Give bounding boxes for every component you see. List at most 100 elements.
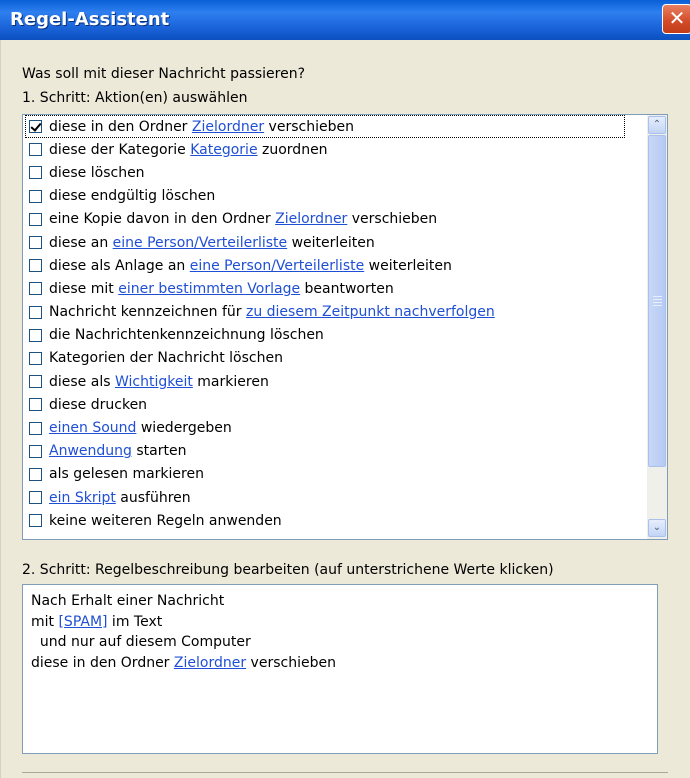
scroll-thumb[interactable] [648, 135, 666, 467]
action-label: diese als Wichtigkeit markieren [49, 374, 269, 390]
value-link[interactable]: Zielordner [174, 655, 246, 671]
checkbox[interactable] [29, 351, 42, 365]
checkbox[interactable] [29, 282, 42, 296]
action-item[interactable]: Anwendung starten [23, 440, 629, 463]
text-fragment: diese der Kategorie [49, 141, 191, 158]
action-label: diese mit einer bestimmten Vorlage beant… [49, 281, 394, 297]
divider [22, 772, 668, 773]
checkbox[interactable] [29, 259, 42, 273]
checkbox[interactable] [29, 444, 42, 458]
checkbox[interactable] [29, 398, 42, 412]
value-link[interactable]: Wichtigkeit [115, 374, 193, 390]
text-fragment: verschieben [347, 211, 438, 228]
value-link[interactable]: [SPAM] [58, 614, 107, 630]
text-fragment: markieren [192, 373, 269, 390]
action-label: Anwendung starten [49, 443, 186, 459]
description-line: mit [SPAM] im Text [31, 614, 649, 635]
text-fragment: Nach Erhalt einer Nachricht [31, 593, 225, 609]
action-item[interactable]: diese der Kategorie Kategorie zuordnen [23, 138, 629, 161]
grip-line [653, 305, 662, 306]
action-item[interactable]: diese an eine Person/Verteilerliste weit… [23, 231, 629, 254]
text-fragment: ausführen [115, 489, 191, 506]
checkbox-checked[interactable] [29, 120, 42, 134]
action-label: diese in den Ordner Zielordner verschieb… [49, 119, 354, 135]
action-item[interactable]: Kategorien der Nachricht löschen [23, 347, 629, 370]
action-label: Nachricht kennzeichnen für zu diesem Zei… [49, 304, 495, 320]
value-link[interactable]: Kategorie [190, 142, 257, 158]
title-bar: Regel-Assistent ✕ [0, 0, 690, 40]
value-link[interactable]: Anwendung [49, 443, 132, 459]
action-item[interactable]: die Nachrichtenkennzeichnung löschen [23, 324, 629, 347]
action-label: diese an eine Person/Verteilerliste weit… [49, 235, 375, 251]
text-fragment: diese mit [49, 280, 119, 297]
chevron-down-icon: ⌄ [652, 522, 662, 533]
action-label: einen Sound wiedergeben [49, 420, 232, 436]
text-fragment: diese drucken [49, 396, 148, 413]
checkbox[interactable] [29, 375, 42, 389]
text-fragment: verschieben [246, 654, 336, 671]
close-button[interactable]: ✕ [662, 4, 690, 34]
action-item[interactable]: diese als Wichtigkeit markieren [23, 370, 629, 393]
text-fragment: diese als [49, 373, 115, 390]
checkbox[interactable] [29, 189, 42, 203]
text-fragment: die Nachrichtenkennzeichnung löschen [49, 327, 324, 344]
value-link[interactable]: ein Skript [49, 490, 116, 506]
action-item[interactable]: diese in den Ordner Zielordner verschieb… [25, 115, 625, 139]
checkbox[interactable] [29, 305, 42, 319]
checkbox[interactable] [29, 143, 42, 157]
checkbox[interactable] [29, 514, 42, 528]
value-link[interactable]: Zielordner [192, 119, 264, 135]
rule-description-box: Nach Erhalt einer Nachricht mit [SPAM] im… [22, 584, 658, 754]
checkbox[interactable] [29, 328, 42, 342]
action-label: diese der Kategorie Kategorie zuordnen [49, 142, 328, 158]
actions-list[interactable]: diese in den Ordner Zielordner verschieb… [22, 114, 668, 540]
scroll-down-button[interactable]: ⌄ [648, 519, 666, 537]
value-link[interactable]: eine Person/Verteilerliste [190, 258, 365, 274]
text-fragment: weiterleiten [364, 257, 452, 274]
prompt-label: Was soll mit dieser Nachricht passieren? [22, 66, 306, 82]
action-label: keine weiteren Regeln anwenden [49, 513, 282, 529]
text-fragment: diese endgültig löschen [49, 188, 216, 205]
action-item[interactable]: als gelesen markieren [23, 463, 629, 486]
checkbox[interactable] [29, 212, 42, 226]
text-fragment: keine weiteren Regeln anwenden [49, 512, 282, 529]
action-item[interactable]: diese löschen [23, 161, 629, 184]
value-link[interactable]: einer bestimmten Vorlage [118, 281, 300, 297]
step1-label: 1. Schritt: Aktion(en) auswählen [22, 90, 248, 106]
value-link[interactable]: einen Sound [49, 420, 136, 436]
action-label: Kategorien der Nachricht löschen [49, 350, 283, 366]
grip-line [653, 299, 662, 300]
action-item[interactable]: keine weiteren Regeln anwenden [23, 509, 629, 532]
checkbox[interactable] [29, 166, 42, 180]
checkbox[interactable] [29, 467, 42, 481]
action-item[interactable]: einen Sound wiedergeben [23, 416, 629, 439]
value-link[interactable]: eine Person/Verteilerliste [113, 235, 288, 251]
action-item[interactable]: eine Kopie davon in den Ordner Zielordne… [23, 208, 629, 231]
checkbox[interactable] [29, 491, 42, 505]
text-fragment: im Text [107, 613, 163, 630]
text-fragment: eine Kopie davon in den Ordner [49, 211, 276, 228]
action-item[interactable]: diese drucken [23, 393, 629, 416]
text-fragment: mit [31, 613, 59, 630]
action-label: diese löschen [49, 165, 145, 181]
action-item[interactable]: Nachricht kennzeichnen für zu diesem Zei… [23, 301, 629, 324]
action-label: diese endgültig löschen [49, 188, 215, 204]
chevron-up-icon: ⌃ [652, 119, 662, 130]
checkbox[interactable] [29, 236, 42, 250]
action-item[interactable]: diese mit einer bestimmten Vorlage beant… [23, 277, 629, 300]
action-item[interactable]: ein Skript ausführen [23, 486, 629, 509]
action-item[interactable]: diese als Anlage an eine Person/Verteile… [23, 254, 629, 277]
window-title: Regel-Assistent [10, 9, 170, 30]
grip-line [653, 302, 662, 303]
text-fragment: diese in den Ordner [49, 118, 192, 135]
text-fragment: diese löschen [49, 164, 145, 181]
action-item[interactable]: diese endgültig löschen [23, 185, 629, 208]
scroll-up-button[interactable]: ⌃ [648, 116, 666, 134]
action-label: diese als Anlage an eine Person/Verteile… [49, 258, 452, 274]
checkbox[interactable] [29, 421, 42, 435]
vertical-scrollbar[interactable]: ⌃ ⌄ [647, 115, 667, 539]
value-link[interactable]: Zielordner [275, 211, 347, 227]
text-fragment: diese in den Ordner [31, 654, 174, 671]
text-fragment: Kategorien der Nachricht löschen [49, 350, 283, 367]
value-link[interactable]: zu diesem Zeitpunkt nachverfolgen [246, 304, 495, 320]
